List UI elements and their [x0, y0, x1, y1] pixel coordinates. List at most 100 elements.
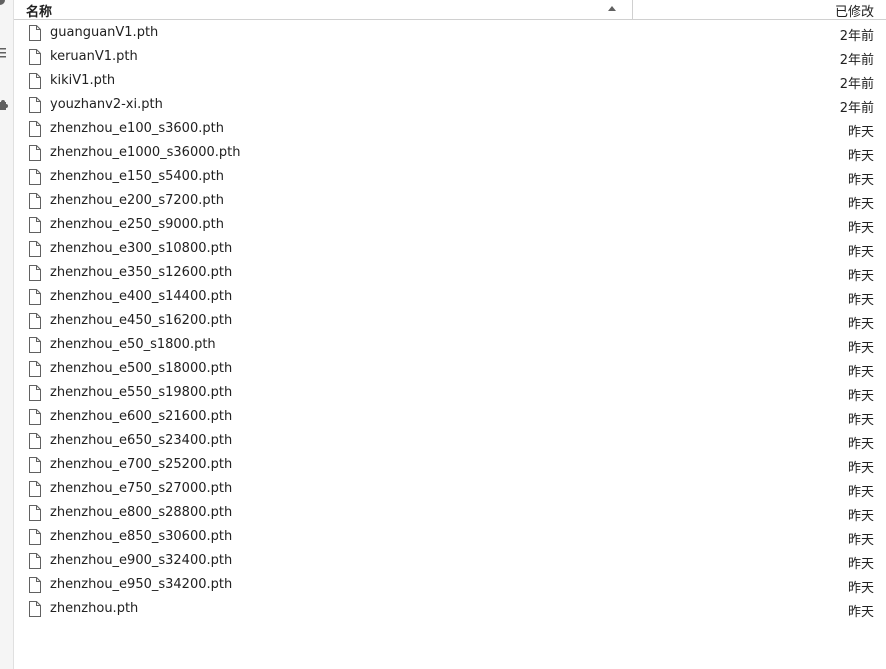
file-name: zhenzhou_e50_s1800.pth — [50, 337, 216, 352]
file-name: zhenzhou_e400_s14400.pth — [50, 289, 233, 304]
file-modified: 昨天 — [847, 605, 874, 620]
file-list-header: 名称 已修改 — [14, 0, 886, 20]
file-row[interactable]: zhenzhou_e250_s9000.pth 昨天 — [14, 213, 886, 237]
file-icon — [28, 145, 42, 161]
file-name: zhenzhou.pth — [50, 601, 139, 616]
file-name: kikiV1.pth — [50, 73, 116, 88]
file-modified: 2年前 — [839, 77, 874, 92]
file-row[interactable]: zhenzhou_e650_s23400.pth 昨天 — [14, 429, 886, 453]
column-header-name[interactable]: 名称 — [26, 1, 52, 20]
file-icon — [28, 313, 42, 329]
file-icon — [28, 265, 42, 281]
file-modified: 昨天 — [847, 581, 874, 596]
file-name: zhenzhou_e950_s34200.pth — [50, 577, 233, 592]
file-row[interactable]: zhenzhou_e400_s14400.pth 昨天 — [14, 285, 886, 309]
file-modified: 昨天 — [847, 389, 874, 404]
file-modified: 昨天 — [847, 413, 874, 428]
file-name: zhenzhou_e350_s12600.pth — [50, 265, 233, 280]
file-row[interactable]: zhenzhou_e850_s30600.pth 昨天 — [14, 525, 886, 549]
file-icon — [28, 505, 42, 521]
file-row[interactable]: keruanV1.pth 2年前 — [14, 45, 886, 69]
file-modified: 昨天 — [847, 461, 874, 476]
file-name: zhenzhou_e300_s10800.pth — [50, 241, 233, 256]
file-modified: 2年前 — [839, 29, 874, 44]
left-sidebar-rail — [0, 0, 14, 669]
file-name: keruanV1.pth — [50, 49, 138, 64]
file-icon — [28, 169, 42, 185]
file-name: zhenzhou_e700_s25200.pth — [50, 457, 233, 472]
file-icon — [28, 217, 42, 233]
file-icon — [28, 73, 42, 89]
file-row[interactable]: zhenzhou_e350_s12600.pth 昨天 — [14, 261, 886, 285]
file-modified: 2年前 — [839, 101, 874, 116]
file-name: zhenzhou_e900_s32400.pth — [50, 553, 233, 568]
file-modified: 昨天 — [847, 245, 874, 260]
file-icon — [28, 97, 42, 113]
file-row[interactable]: zhenzhou_e550_s19800.pth 昨天 — [14, 381, 886, 405]
file-name: zhenzhou_e800_s28800.pth — [50, 505, 233, 520]
running-list-icon[interactable] — [0, 47, 8, 61]
file-modified: 昨天 — [847, 341, 874, 356]
file-row[interactable]: zhenzhou_e750_s27000.pth 昨天 — [14, 477, 886, 501]
file-name: zhenzhou_e150_s5400.pth — [50, 169, 224, 184]
column-divider[interactable] — [632, 0, 633, 19]
file-icon — [28, 553, 42, 569]
file-name: zhenzhou_e1000_s36000.pth — [50, 145, 241, 160]
file-row[interactable]: zhenzhou_e950_s34200.pth 昨天 — [14, 573, 886, 597]
file-row[interactable]: zhenzhou_e300_s10800.pth 昨天 — [14, 237, 886, 261]
folder-icon[interactable] — [0, 0, 8, 9]
file-row[interactable]: zhenzhou_e1000_s36000.pth 昨天 — [14, 141, 886, 165]
file-name: zhenzhou_e550_s19800.pth — [50, 385, 233, 400]
file-icon — [28, 25, 42, 41]
file-list: guanguanV1.pth 2年前 keruanV1.pth 2年前 kikiV1.p… — [14, 21, 886, 621]
file-row[interactable]: zhenzhou_e900_s32400.pth 昨天 — [14, 549, 886, 573]
file-row[interactable]: zhenzhou_e600_s21600.pth 昨天 — [14, 405, 886, 429]
file-name: zhenzhou_e100_s3600.pth — [50, 121, 224, 136]
file-modified: 昨天 — [847, 509, 874, 524]
file-modified: 昨天 — [847, 485, 874, 500]
file-name: guanguanV1.pth — [50, 25, 159, 40]
file-row[interactable]: zhenzhou_e50_s1800.pth 昨天 — [14, 333, 886, 357]
file-icon — [28, 193, 42, 209]
file-row[interactable]: zhenzhou_e500_s18000.pth 昨天 — [14, 357, 886, 381]
jupyter-file-browser-window: 名称 已修改 guanguanV1.pth 2年前 keruanV1.pth 2年前 k… — [0, 0, 886, 669]
file-icon — [28, 121, 42, 137]
file-modified: 昨天 — [847, 533, 874, 548]
file-modified: 昨天 — [847, 197, 874, 212]
file-name: zhenzhou_e200_s7200.pth — [50, 193, 224, 208]
file-row[interactable]: zhenzhou_e450_s16200.pth 昨天 — [14, 309, 886, 333]
file-icon — [28, 289, 42, 305]
file-icon — [28, 361, 42, 377]
file-name: zhenzhou_e750_s27000.pth — [50, 481, 233, 496]
file-row[interactable]: zhenzhou_e150_s5400.pth 昨天 — [14, 165, 886, 189]
file-icon — [28, 433, 42, 449]
file-icon — [28, 409, 42, 425]
sort-ascending-icon[interactable] — [606, 3, 618, 15]
file-row[interactable]: zhenzhou_e200_s7200.pth 昨天 — [14, 189, 886, 213]
file-icon — [28, 577, 42, 593]
file-modified: 昨天 — [847, 317, 874, 332]
file-row[interactable]: youzhanv2-xi.pth 2年前 — [14, 93, 886, 117]
file-modified: 昨天 — [847, 125, 874, 140]
extension-puzzle-icon[interactable] — [0, 99, 8, 115]
file-row[interactable]: guanguanV1.pth 2年前 — [14, 21, 886, 45]
column-header-modified[interactable]: 已修改 — [835, 1, 874, 20]
file-name: zhenzhou_e500_s18000.pth — [50, 361, 233, 376]
file-name: zhenzhou_e850_s30600.pth — [50, 529, 233, 544]
file-name: zhenzhou_e650_s23400.pth — [50, 433, 233, 448]
file-name: zhenzhou_e450_s16200.pth — [50, 313, 233, 328]
file-row[interactable]: zhenzhou.pth 昨天 — [14, 597, 886, 621]
file-modified: 昨天 — [847, 365, 874, 380]
file-modified: 昨天 — [847, 293, 874, 308]
file-row[interactable]: zhenzhou_e700_s25200.pth 昨天 — [14, 453, 886, 477]
file-modified: 2年前 — [839, 53, 874, 68]
file-name: zhenzhou_e250_s9000.pth — [50, 217, 224, 232]
file-modified: 昨天 — [847, 269, 874, 284]
file-icon — [28, 529, 42, 545]
file-row[interactable]: zhenzhou_e800_s28800.pth 昨天 — [14, 501, 886, 525]
file-name: zhenzhou_e600_s21600.pth — [50, 409, 233, 424]
file-row[interactable]: zhenzhou_e100_s3600.pth 昨天 — [14, 117, 886, 141]
file-row[interactable]: kikiV1.pth 2年前 — [14, 69, 886, 93]
file-icon — [28, 481, 42, 497]
file-icon — [28, 241, 42, 257]
